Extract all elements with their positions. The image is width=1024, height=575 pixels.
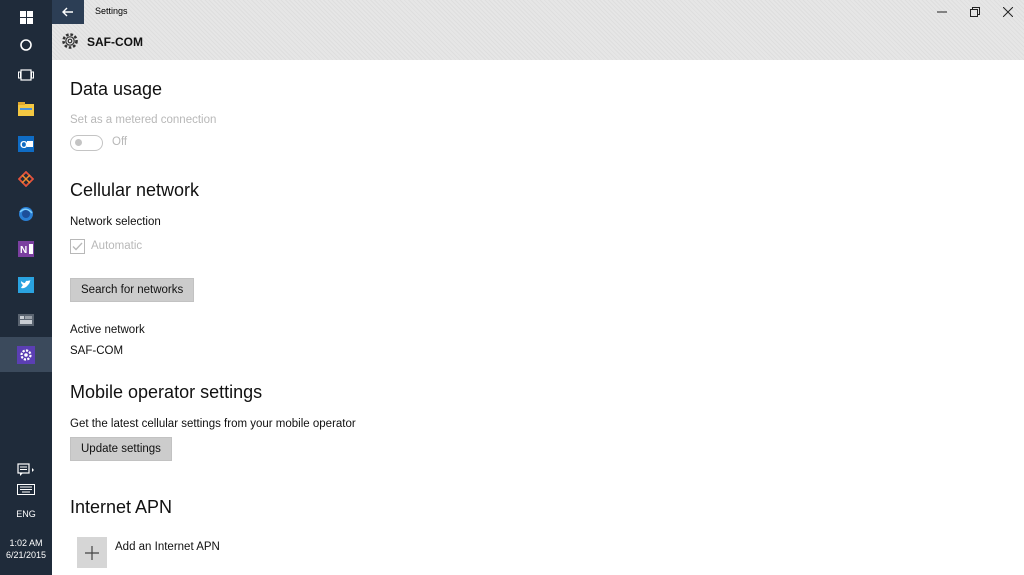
metered-connection-toggle[interactable] <box>70 135 103 151</box>
automatic-label: Automatic <box>91 240 143 252</box>
add-apn-label[interactable]: Add an Internet APN <box>115 541 220 553</box>
svg-text:N: N <box>20 245 27 256</box>
app-title: Settings <box>95 6 128 16</box>
settings-gear-icon[interactable] <box>0 337 52 372</box>
search-for-networks-button[interactable]: Search for networks <box>70 278 195 302</box>
back-arrow-icon <box>62 7 73 17</box>
metered-connection-label: Set as a metered connection <box>70 114 217 126</box>
checkmark-icon <box>72 242 83 251</box>
photos-icon[interactable] <box>0 302 52 337</box>
cellular-network-heading: Cellular network <box>70 180 200 200</box>
restore-button[interactable] <box>959 2 991 22</box>
restore-icon <box>970 7 980 17</box>
app-icon[interactable] <box>0 161 52 196</box>
internet-apn-heading: Internet APN <box>70 497 173 517</box>
automatic-checkbox[interactable] <box>70 239 85 254</box>
clock-date[interactable]: 6/21/2015 <box>0 550 52 561</box>
update-settings-button[interactable]: Update settings <box>70 437 172 461</box>
data-usage-heading: Data usage <box>70 79 163 99</box>
network-selection-label: Network selection <box>70 216 161 228</box>
onenote-icon[interactable]: N <box>0 231 52 266</box>
toggle-state-label: Off <box>112 136 128 148</box>
taskbar: O N ENG 1:02 AM 6/21/2015 <box>0 0 52 575</box>
twitter-icon[interactable] <box>0 267 52 302</box>
file-explorer-icon[interactable] <box>0 91 52 126</box>
back-button[interactable] <box>52 0 84 24</box>
outlook-icon[interactable]: O <box>0 126 52 161</box>
close-icon <box>1003 7 1013 17</box>
active-network-label: Active network <box>70 324 145 336</box>
minimize-button[interactable] <box>926 2 958 22</box>
keyboard-icon[interactable] <box>0 472 52 507</box>
browser-icon[interactable] <box>0 196 52 231</box>
minimize-icon <box>937 11 947 13</box>
toggle-knob <box>75 139 82 146</box>
language-indicator[interactable]: ENG <box>0 509 52 520</box>
page-title: SAF-COM <box>87 35 143 49</box>
clock-time[interactable]: 1:02 AM <box>0 538 52 549</box>
settings-content: Data usage Set as a metered connection O… <box>52 60 1024 575</box>
plus-icon <box>85 545 99 560</box>
title-bar: Settings SAF-COM <box>52 0 1024 60</box>
active-network-value: SAF-COM <box>70 345 124 357</box>
operator-description: Get the latest cellular settings from yo… <box>70 418 356 430</box>
close-button[interactable] <box>992 2 1024 22</box>
svg-text:O: O <box>20 140 28 151</box>
mobile-operator-heading: Mobile operator settings <box>70 382 263 402</box>
add-apn-button[interactable] <box>77 537 107 568</box>
gear-icon <box>60 31 80 51</box>
task-view-icon[interactable] <box>0 57 52 92</box>
